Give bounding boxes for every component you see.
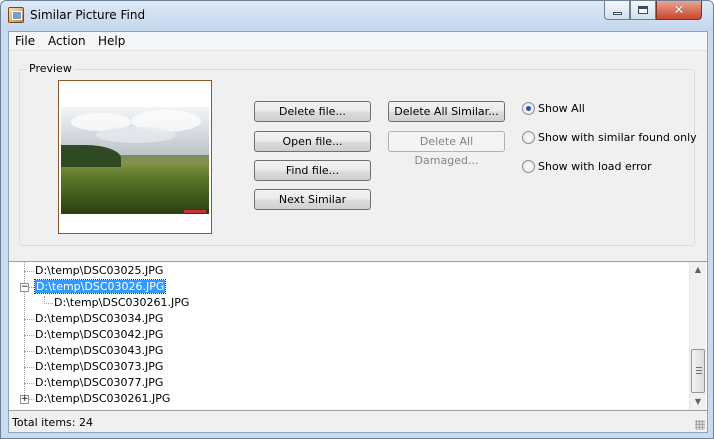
app-window: Similar Picture Find ✕ File Action Help …: [0, 0, 714, 439]
find-file-button[interactable]: Find file...: [254, 160, 371, 181]
tree-item[interactable]: D:\temp\DSC030261.JPG: [35, 391, 170, 407]
close-button[interactable]: ✕: [656, 1, 702, 20]
title-bar[interactable]: Similar Picture Find ✕: [1, 1, 713, 31]
scroll-down-icon[interactable]: ▼: [690, 394, 706, 410]
menu-action[interactable]: Action: [48, 34, 86, 48]
preview-image-frame: [58, 80, 212, 234]
tree-item[interactable]: D:\temp\DSC03025.JPG: [35, 263, 163, 279]
tree-item[interactable]: D:\temp\DSC03073.JPG: [35, 359, 163, 375]
next-similar-button[interactable]: Next Similar: [254, 189, 371, 210]
scroll-up-icon[interactable]: ▲: [690, 262, 706, 278]
menu-help[interactable]: Help: [98, 34, 125, 48]
status-bar: Total items: 24: [9, 412, 707, 432]
status-total-items: Total items: 24: [12, 416, 93, 429]
radio-unchecked-icon: [522, 159, 535, 173]
preview-group-label: Preview: [27, 62, 74, 75]
window-title: Similar Picture Find: [30, 8, 146, 22]
minimize-button[interactable]: [604, 1, 630, 20]
radio-show-all[interactable]: Show All: [522, 100, 585, 116]
maximize-icon: [638, 6, 648, 14]
maximize-button[interactable]: [630, 1, 656, 20]
preview-image: [61, 107, 209, 214]
tree-item-selected[interactable]: D:\temp\DSC03026.JPG: [33, 279, 167, 295]
close-icon: ✕: [673, 2, 685, 18]
client-area: File Action Help Preview Delete file... …: [8, 31, 708, 433]
delete-all-similar-button[interactable]: Delete All Similar...: [388, 101, 505, 122]
radio-unchecked-icon: [522, 130, 535, 144]
open-file-button[interactable]: Open file...: [254, 131, 371, 152]
tree-child-item[interactable]: D:\temp\DSC030261.JPG: [54, 295, 189, 311]
radio-show-load-error[interactable]: Show with load error: [522, 158, 652, 174]
radio-show-all-label: Show All: [538, 101, 585, 115]
radio-show-similar-only-label: Show with similar found only: [538, 130, 697, 144]
file-tree[interactable]: − + D:\temp\DSC03025.JPG D:\temp\DSC0302…: [9, 261, 707, 411]
tree-item[interactable]: D:\temp\DSC03077.JPG: [35, 375, 163, 391]
minimize-icon: [612, 11, 622, 15]
collapse-icon[interactable]: −: [20, 283, 29, 292]
tree-item[interactable]: D:\temp\DSC03043.JPG: [35, 343, 163, 359]
delete-file-button[interactable]: Delete file...: [254, 101, 371, 122]
vertical-scrollbar[interactable]: ▲ ▼: [689, 262, 706, 410]
tree-item[interactable]: D:\temp\DSC03034.JPG: [35, 311, 163, 327]
resize-grip-icon[interactable]: [695, 420, 705, 430]
radio-show-load-error-label: Show with load error: [538, 159, 652, 173]
app-icon[interactable]: [8, 7, 24, 23]
menu-bar: File Action Help: [9, 32, 707, 51]
radio-checked-icon: [522, 101, 535, 115]
tree-item[interactable]: D:\temp\DSC03042.JPG: [35, 327, 163, 343]
radio-show-similar-only[interactable]: Show with similar found only: [522, 129, 697, 145]
menu-file[interactable]: File: [15, 34, 35, 48]
scroll-thumb[interactable]: [691, 349, 705, 393]
delete-all-damaged-button[interactable]: Delete All Damaged...: [388, 131, 505, 167]
expand-icon[interactable]: +: [20, 395, 29, 404]
